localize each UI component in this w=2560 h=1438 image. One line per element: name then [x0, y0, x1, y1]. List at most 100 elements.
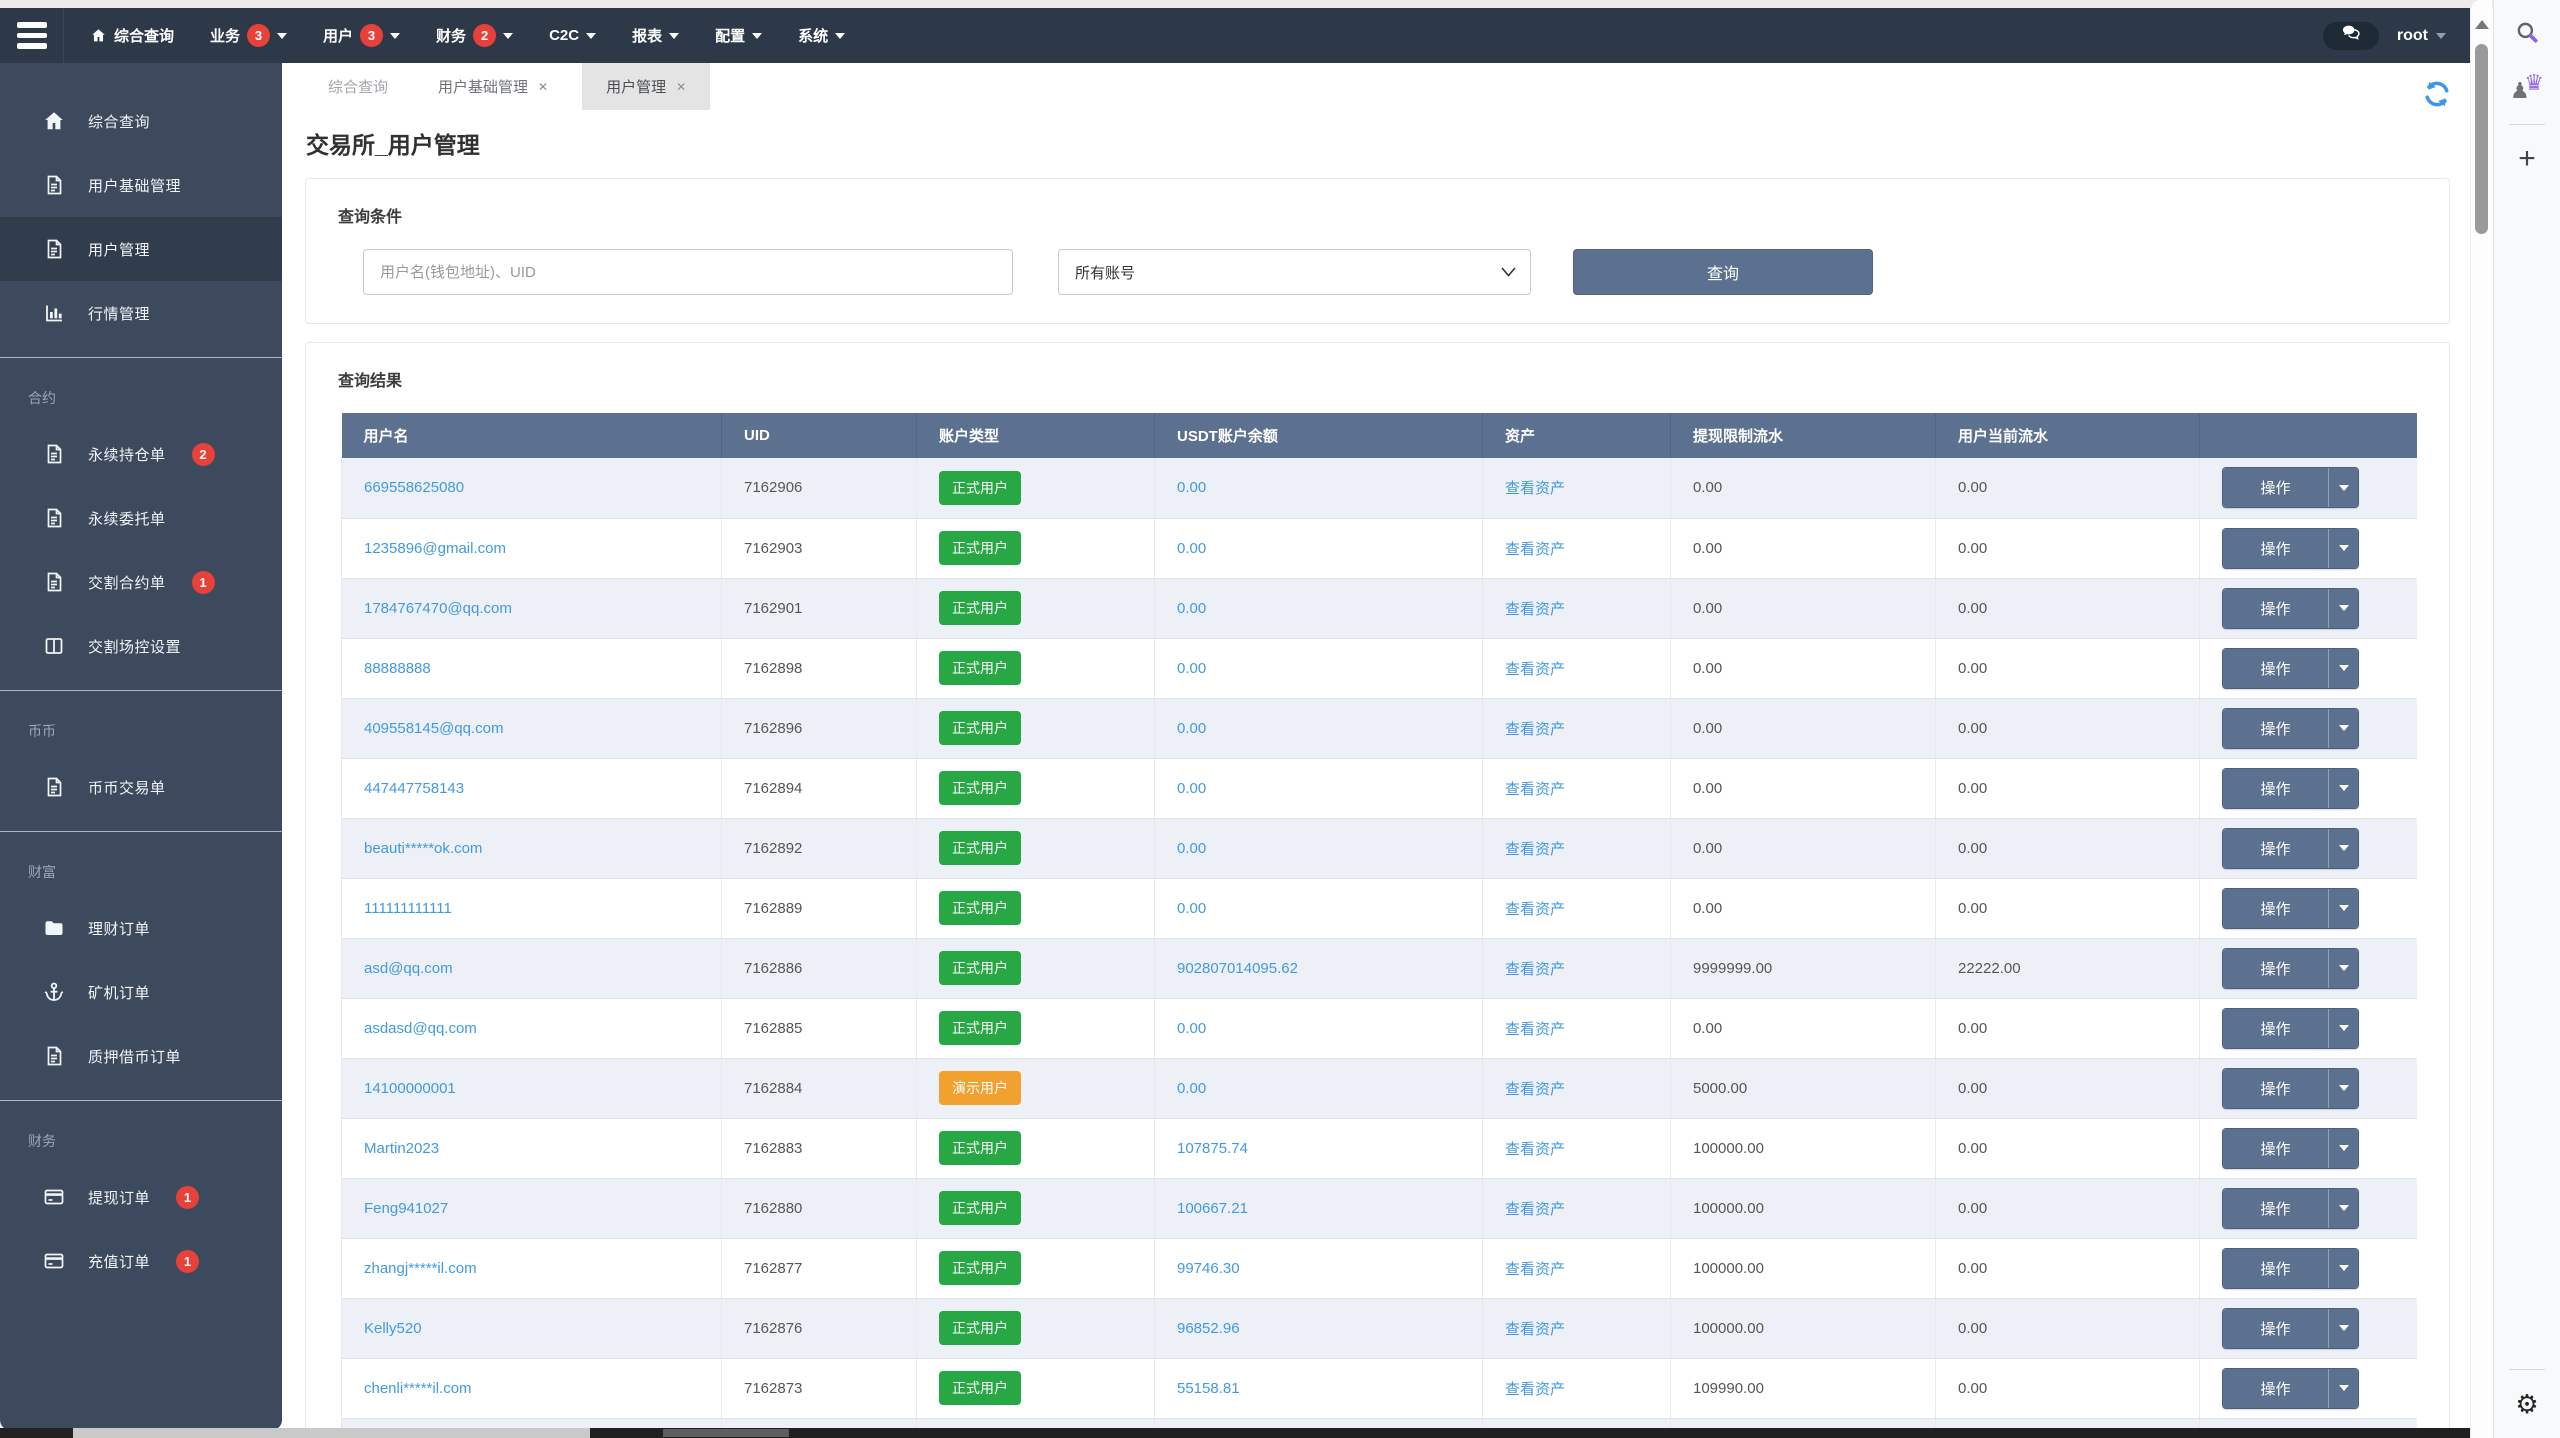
- username-link[interactable]: 669558625080: [364, 479, 464, 496]
- vertical-scrollbar-thumb[interactable]: [2475, 44, 2488, 234]
- view-assets-link[interactable]: 查看资产: [1505, 1141, 1565, 1158]
- search-button[interactable]: 查询: [1573, 249, 1873, 295]
- usdt-balance-link[interactable]: 99746.30: [1177, 1260, 1240, 1277]
- action-split-button[interactable]: 操作: [2222, 1367, 2359, 1409]
- action-split-button[interactable]: 操作: [2222, 1007, 2359, 1049]
- username-link[interactable]: 1784767470@qq.com: [364, 600, 512, 617]
- action-button[interactable]: 操作: [2223, 1368, 2328, 1408]
- action-split-button[interactable]: 操作: [2222, 1307, 2359, 1349]
- sidebar-item-spot-trades[interactable]: 币币交易单: [0, 755, 282, 819]
- action-split-button[interactable]: 操作: [2222, 467, 2359, 509]
- action-button[interactable]: 操作: [2223, 768, 2328, 808]
- topnav-item-c2c[interactable]: C2C: [549, 27, 597, 44]
- browser-add-button[interactable]: +: [2507, 139, 2547, 179]
- action-button[interactable]: 操作: [2223, 1008, 2328, 1048]
- action-button[interactable]: 操作: [2223, 1308, 2328, 1348]
- action-button[interactable]: 操作: [2223, 588, 2328, 628]
- view-assets-link[interactable]: 查看资产: [1505, 961, 1565, 978]
- username-link[interactable]: asdasd@qq.com: [364, 1020, 477, 1037]
- sidebar-item-overview[interactable]: 综合查询: [0, 89, 282, 153]
- sidebar-item-withdraw-orders[interactable]: 提现订单 1: [0, 1165, 282, 1229]
- action-split-button[interactable]: 操作: [2222, 887, 2359, 929]
- usdt-balance-link[interactable]: 55158.81: [1177, 1380, 1240, 1397]
- usdt-balance-link[interactable]: 0.00: [1177, 479, 1206, 496]
- action-split-button[interactable]: 操作: [2222, 1127, 2359, 1169]
- action-dropdown-toggle[interactable]: [2328, 1308, 2358, 1348]
- close-icon[interactable]: ✕: [676, 80, 686, 94]
- usdt-balance-link[interactable]: 902807014095.62: [1177, 960, 1298, 977]
- tab-overview[interactable]: 综合查询: [312, 63, 404, 110]
- action-dropdown-toggle[interactable]: [2328, 1368, 2358, 1408]
- topnav-item-config[interactable]: 配置: [715, 25, 763, 46]
- action-split-button[interactable]: 操作: [2222, 1067, 2359, 1109]
- view-assets-link[interactable]: 查看资产: [1505, 781, 1565, 798]
- username-link[interactable]: 1235896@gmail.com: [364, 540, 506, 557]
- view-assets-link[interactable]: 查看资产: [1505, 1321, 1565, 1338]
- view-assets-link[interactable]: 查看资产: [1505, 601, 1565, 618]
- vertical-scrollbar[interactable]: [2470, 0, 2492, 1438]
- view-assets-link[interactable]: 查看资产: [1505, 480, 1565, 497]
- horizontal-scrollbar-thumb[interactable]: [663, 1429, 789, 1437]
- username-link[interactable]: Martin2023: [364, 1140, 439, 1157]
- view-assets-link[interactable]: 查看资产: [1505, 1081, 1565, 1098]
- tab-user-base-mgmt[interactable]: 用户基础管理 ✕: [422, 63, 564, 110]
- browser-games-button[interactable]: ♛ ♟: [2507, 68, 2547, 108]
- usdt-balance-link[interactable]: 0.00: [1177, 840, 1206, 857]
- action-dropdown-toggle[interactable]: [2328, 1188, 2358, 1228]
- username-link[interactable]: chenli*****il.com: [364, 1380, 472, 1397]
- refresh-button[interactable]: [2422, 77, 2456, 111]
- usdt-balance-link[interactable]: 0.00: [1177, 600, 1206, 617]
- action-split-button[interactable]: 操作: [2222, 947, 2359, 989]
- usdt-balance-link[interactable]: 0.00: [1177, 1080, 1206, 1097]
- action-button[interactable]: 操作: [2223, 948, 2328, 988]
- chat-button[interactable]: [2322, 21, 2379, 50]
- sidebar-item-deposit-orders[interactable]: 充值订单 1: [0, 1229, 282, 1293]
- sidebar-item-delivery-contracts[interactable]: 交割合约单 1: [0, 550, 282, 614]
- action-button[interactable]: 操作: [2223, 468, 2328, 508]
- action-dropdown-toggle[interactable]: [2328, 1068, 2358, 1108]
- action-dropdown-toggle[interactable]: [2328, 708, 2358, 748]
- browser-search-button[interactable]: [2507, 14, 2547, 54]
- close-icon[interactable]: ✕: [538, 80, 548, 94]
- view-assets-link[interactable]: 查看资产: [1505, 661, 1565, 678]
- view-assets-link[interactable]: 查看资产: [1505, 841, 1565, 858]
- sidebar-item-market-mgmt[interactable]: 行情管理: [0, 281, 282, 345]
- view-assets-link[interactable]: 查看资产: [1505, 1021, 1565, 1038]
- username-link[interactable]: Kelly520: [364, 1320, 422, 1337]
- sidebar-item-delivery-control[interactable]: 交割场控设置: [0, 614, 282, 678]
- sidebar-item-user-mgmt[interactable]: 用户管理: [0, 217, 282, 281]
- username-link[interactable]: 14100000001: [364, 1080, 456, 1097]
- action-dropdown-toggle[interactable]: [2328, 528, 2358, 568]
- username-search-input[interactable]: [363, 249, 1013, 295]
- action-button[interactable]: 操作: [2223, 828, 2328, 868]
- usdt-balance-link[interactable]: 107875.74: [1177, 1140, 1248, 1157]
- username-link[interactable]: asd@qq.com: [364, 960, 453, 977]
- account-type-select[interactable]: 所有账号: [1058, 249, 1531, 295]
- view-assets-link[interactable]: 查看资产: [1505, 1261, 1565, 1278]
- action-button[interactable]: 操作: [2223, 1248, 2328, 1288]
- action-dropdown-toggle[interactable]: [2328, 1248, 2358, 1288]
- username-link[interactable]: 447447758143: [364, 780, 464, 797]
- action-button[interactable]: 操作: [2223, 888, 2328, 928]
- hamburger-menu-button[interactable]: [0, 8, 64, 63]
- usdt-balance-link[interactable]: 0.00: [1177, 720, 1206, 737]
- topnav-item-system[interactable]: 系统: [798, 25, 846, 46]
- view-assets-link[interactable]: 查看资产: [1505, 901, 1565, 918]
- topnav-item-users[interactable]: 用户 3: [323, 24, 401, 47]
- sidebar-item-user-base-mgmt[interactable]: 用户基础管理: [0, 153, 282, 217]
- usdt-balance-link[interactable]: 100667.21: [1177, 1200, 1248, 1217]
- usdt-balance-link[interactable]: 0.00: [1177, 780, 1206, 797]
- user-menu[interactable]: root: [2397, 27, 2446, 45]
- action-button[interactable]: 操作: [2223, 528, 2328, 568]
- browser-settings-button[interactable]: ⚙: [2507, 1384, 2547, 1424]
- action-split-button[interactable]: 操作: [2222, 587, 2359, 629]
- action-button[interactable]: 操作: [2223, 648, 2328, 688]
- username-link[interactable]: Feng941027: [364, 1200, 448, 1217]
- sidebar-item-pledge-orders[interactable]: 质押借币订单: [0, 1024, 282, 1088]
- sidebar-item-perpetual-orders[interactable]: 永续委托单: [0, 486, 282, 550]
- action-split-button[interactable]: 操作: [2222, 527, 2359, 569]
- action-dropdown-toggle[interactable]: [2328, 948, 2358, 988]
- action-split-button[interactable]: 操作: [2222, 1247, 2359, 1289]
- usdt-balance-link[interactable]: 0.00: [1177, 1020, 1206, 1037]
- view-assets-link[interactable]: 查看资产: [1505, 1381, 1565, 1398]
